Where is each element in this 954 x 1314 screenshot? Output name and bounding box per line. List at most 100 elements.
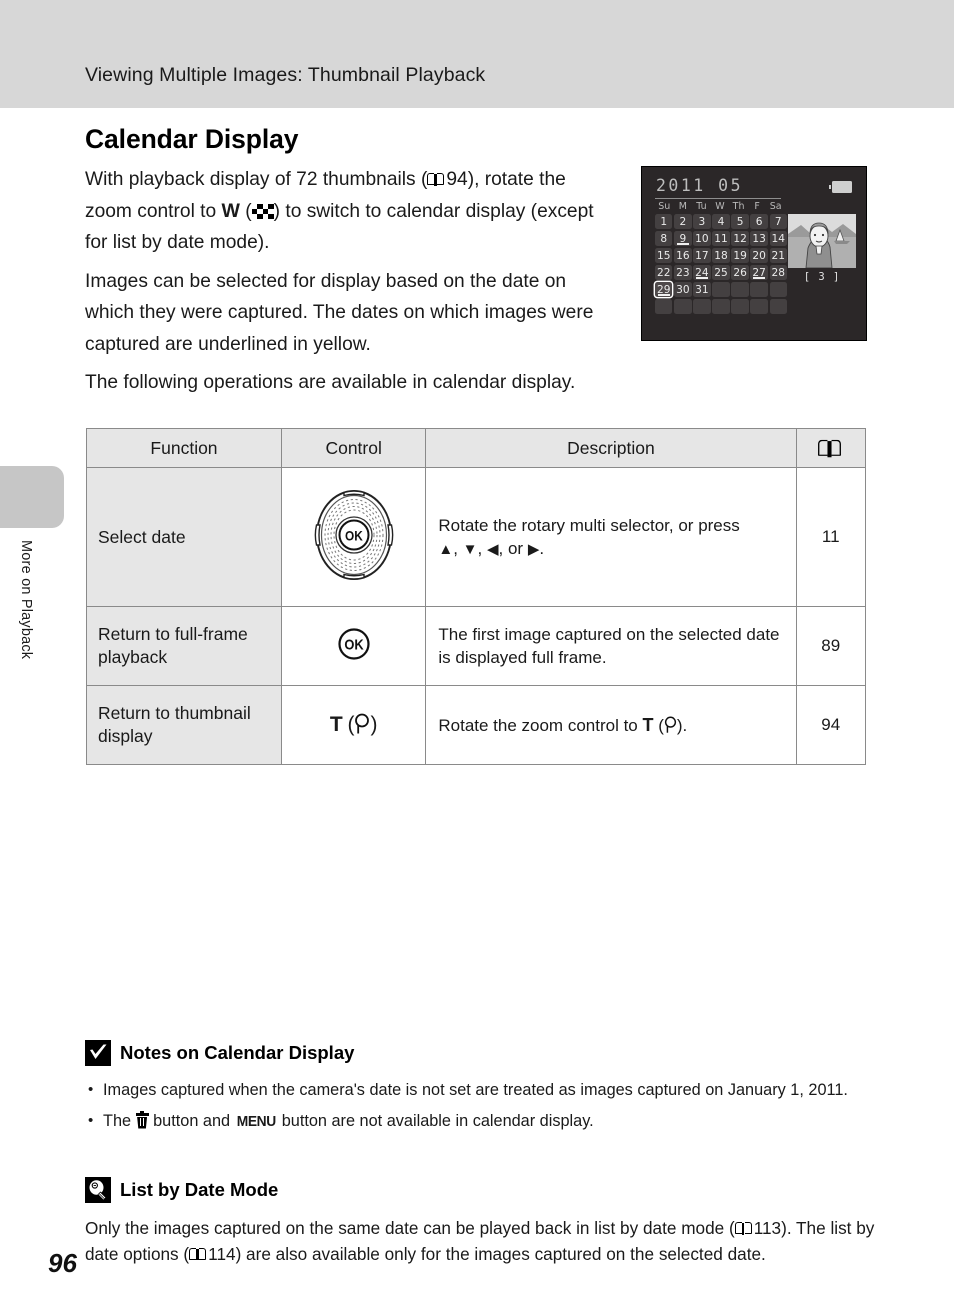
lbd-text-a: Only the images captured on the same dat… xyxy=(85,1218,735,1238)
lbd-ref-2: 114 xyxy=(208,1243,236,1264)
lcd-day-cell-2[interactable]: 2 xyxy=(674,214,692,230)
lcd-day-cell-28[interactable]: 28 xyxy=(769,264,787,281)
book-icon xyxy=(189,1247,207,1261)
intro-p1-part-a: With playback display of 72 thumbnails ( xyxy=(85,169,428,190)
lcd-image-count: [ 3 ] xyxy=(803,271,841,283)
lcd-day-cell-31[interactable]: 31 xyxy=(693,281,711,298)
zoom-tele-label: T xyxy=(329,713,343,736)
lcd-day-cell-1[interactable]: 1 xyxy=(655,214,673,230)
lcd-day-cell-15[interactable]: 15 xyxy=(655,247,673,264)
menu-button-label: MENU xyxy=(236,1113,276,1130)
lcd-day-cell-empty[interactable] xyxy=(731,281,749,298)
intro-paragraph-1: With playback display of 72 thumbnails (… xyxy=(85,169,594,253)
lcd-day-cell-empty[interactable] xyxy=(712,298,730,315)
lcd-day-cell-26[interactable]: 26 xyxy=(731,264,749,281)
lcd-day-cell-20[interactable]: 20 xyxy=(750,247,768,264)
notes-heading-text: Notes on Calendar Display xyxy=(120,1042,355,1063)
ok-button-icon: OK xyxy=(338,627,370,660)
lcd-day-cell-13[interactable]: 13 xyxy=(750,230,768,247)
lcd-preview-thumbnail xyxy=(788,214,856,268)
lcd-day-cell-8[interactable]: 8 xyxy=(655,230,673,247)
lightbulb-badge-icon xyxy=(85,1177,111,1203)
lcd-day-cell-empty[interactable] xyxy=(674,298,692,315)
table-header-row: Function Control Description xyxy=(86,428,866,468)
lcd-day-cell-empty[interactable] xyxy=(693,298,711,315)
note2-text-a: The xyxy=(103,1112,136,1130)
lcd-weekday-f: F xyxy=(754,201,760,212)
lcd-day-cell-18[interactable]: 18 xyxy=(712,247,730,264)
intro-p1-ref: 94 xyxy=(446,169,468,190)
lcd-day-cell-10[interactable]: 10 xyxy=(693,230,711,247)
lcd-day-cell-empty[interactable] xyxy=(769,298,787,315)
chapter-label: More on Playback xyxy=(18,540,34,660)
intro-paragraph-2: Images can be selected for display based… xyxy=(85,270,594,355)
cell-description-select-date: Rotate the rotary multi selector, or pre… xyxy=(425,467,797,607)
lcd-day-cell-22[interactable]: 22 xyxy=(655,264,673,281)
lcd-day-cell-12[interactable]: 12 xyxy=(731,230,749,247)
lcd-day-cell-4[interactable]: 4 xyxy=(712,214,730,230)
cell-function-return-full-frame: Return to full-frame playback xyxy=(86,606,282,686)
lcd-day-cell-14[interactable]: 14 xyxy=(769,230,787,247)
list-by-date-heading: List by Date Mode xyxy=(85,1177,875,1203)
page-title: Calendar Display xyxy=(85,124,299,154)
lcd-day-cell-24[interactable]: 24 xyxy=(693,264,711,281)
desc-text-a: Rotate the rotary multi selector, or pre… xyxy=(438,515,740,535)
lcd-day-cell-empty[interactable] xyxy=(750,281,768,298)
desc-text-b: ). xyxy=(676,715,688,735)
lcd-day-cell-3[interactable]: 3 xyxy=(693,214,711,230)
notes-heading: Notes on Calendar Display xyxy=(85,1040,875,1066)
lcd-weekday-tu: Tu xyxy=(696,201,707,212)
intro-paragraph-3: The following operations are available i… xyxy=(85,372,576,393)
lcd-day-cell-19[interactable]: 19 xyxy=(731,247,749,264)
lcd-day-cell-27[interactable]: 27 xyxy=(750,264,768,281)
lcd-day-cell-5[interactable]: 5 xyxy=(731,214,749,230)
lcd-day-cell-17[interactable]: 17 xyxy=(693,247,711,264)
column-header-function: Function xyxy=(86,428,282,468)
lcd-day-cell-empty[interactable] xyxy=(769,281,787,298)
list-item: Images captured when the camera's date i… xyxy=(85,1077,875,1103)
lcd-day-cell-7[interactable]: 7 xyxy=(769,214,787,230)
lcd-weekday-m: M xyxy=(678,201,687,212)
table-row: Return to full-frame playback OK The fir… xyxy=(86,606,866,686)
lcd-day-cell-29[interactable]: 29 xyxy=(655,281,673,298)
column-header-page-reference xyxy=(795,428,866,468)
lcd-divider xyxy=(655,198,781,199)
lcd-day-cell-16[interactable]: 16 xyxy=(674,247,692,264)
cell-page-reference: 11 xyxy=(795,467,866,607)
rotary-multi-selector-icon: OK xyxy=(314,489,394,580)
operations-table: Function Control Description Select date xyxy=(86,428,866,765)
list-by-date-heading-text: List by Date Mode xyxy=(120,1179,279,1200)
svg-text:OK: OK xyxy=(345,527,364,543)
magnifier-icon xyxy=(355,713,370,734)
page-header-band xyxy=(0,0,954,108)
lcd-day-cell-6[interactable]: 6 xyxy=(750,214,768,230)
arrow-up-icon: ▲ xyxy=(438,540,454,558)
lcd-day-cell-empty[interactable] xyxy=(731,298,749,315)
lcd-weekday-su: Su xyxy=(658,201,671,212)
lcd-day-cell-9[interactable]: 9 xyxy=(674,230,692,247)
lcd-day-cell-11[interactable]: 11 xyxy=(712,230,730,247)
cell-control-ok-button: OK xyxy=(280,606,427,686)
cell-function-select-date: Select date xyxy=(86,467,282,607)
list-by-date-section: List by Date Mode Only the images captur… xyxy=(85,1177,875,1267)
lcd-day-cell-21[interactable]: 21 xyxy=(769,247,787,264)
note2-text-b: button and xyxy=(148,1112,235,1130)
desc-text-c: . xyxy=(539,538,545,558)
lcd-weekday-sa: Sa xyxy=(769,201,782,212)
table-row: Return to thumbnail display T () Rotate … xyxy=(86,685,866,765)
lcd-day-cell-empty[interactable] xyxy=(655,298,673,315)
cell-function-return-thumbnail: Return to thumbnail display xyxy=(86,685,282,765)
book-icon xyxy=(818,439,842,457)
lcd-day-cell-25[interactable]: 25 xyxy=(712,264,730,281)
lcd-day-cell-empty[interactable] xyxy=(750,298,768,315)
desc-text-a: Rotate the zoom control to xyxy=(438,715,643,735)
lcd-day-cell-empty[interactable] xyxy=(712,281,730,298)
svg-text:OK: OK xyxy=(344,635,363,652)
lcd-day-cell-23[interactable]: 23 xyxy=(674,264,692,281)
notes-section: Notes on Calendar Display Images capture… xyxy=(85,1040,875,1140)
paren-close: ) xyxy=(370,713,378,736)
arrow-right-icon: ▶ xyxy=(527,540,540,558)
zoom-tele-label: T xyxy=(642,714,654,735)
lcd-day-cell-30[interactable]: 30 xyxy=(674,281,692,298)
lcd-weekday-header: Su M Tu W Th F Sa xyxy=(655,201,785,212)
